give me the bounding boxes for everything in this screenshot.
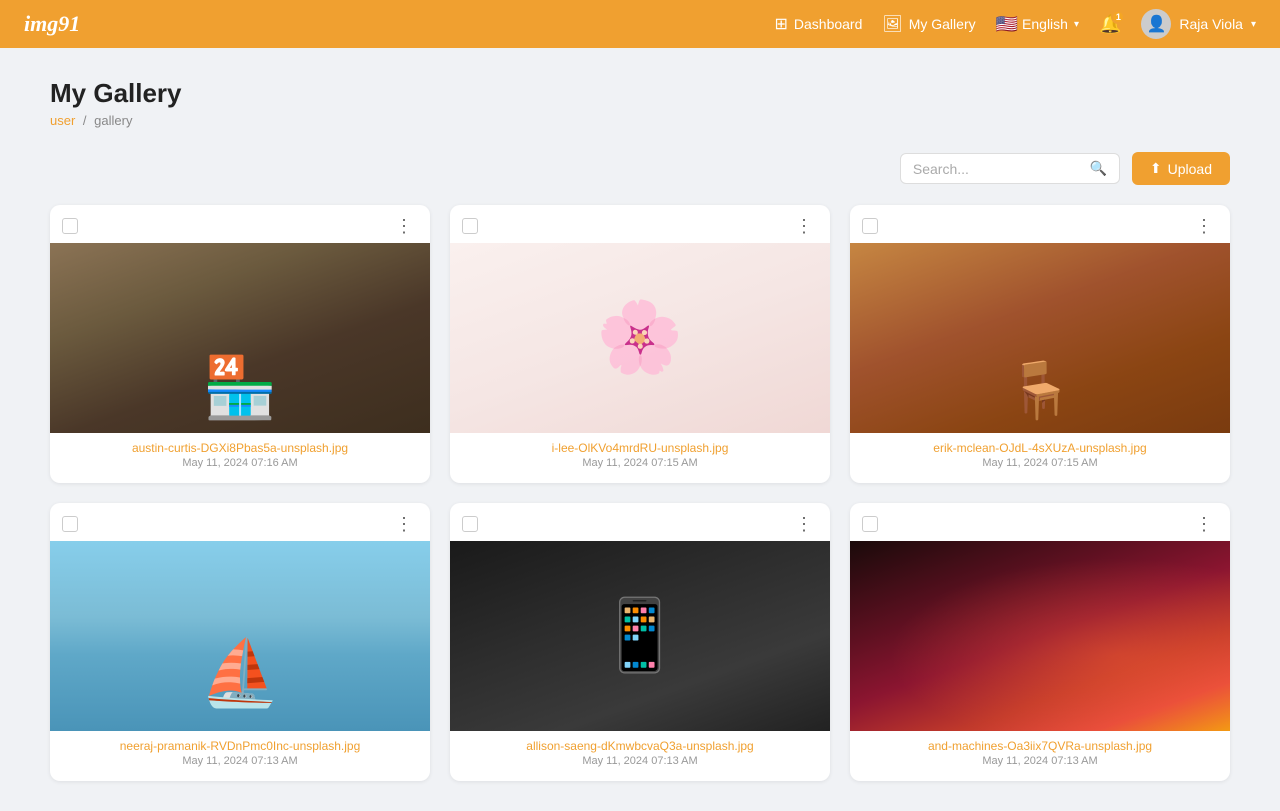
card-date-3: May 11, 2024 07:13 AM xyxy=(62,755,418,767)
card-info-0: austin-curtis-DGXi8Pbas5a-unsplash.jpg M… xyxy=(50,433,430,483)
gallery-label: My Gallery xyxy=(909,16,976,32)
card-info-5: and-machines-Oa3iix7QVRa-unsplash.jpg Ma… xyxy=(850,731,1230,781)
card-header: ⋮ xyxy=(450,503,830,541)
card-info-1: i-lee-OlKVo4mrdRU-unsplash.jpg May 11, 2… xyxy=(450,433,830,483)
card-menu-5[interactable]: ⋮ xyxy=(1191,513,1218,535)
toolbar: 🔍 ⬆ Upload xyxy=(50,152,1230,185)
card-checkbox-1[interactable] xyxy=(462,218,478,234)
notification-bell[interactable]: 🔔 1 xyxy=(1099,14,1121,35)
card-info-4: allison-saeng-dKmwbcvaQ3a-unsplash.jpg M… xyxy=(450,731,830,781)
search-input[interactable] xyxy=(913,161,1082,177)
card-filename-3[interactable]: neeraj-pramanik-RVDnPmc0Inc-unsplash.jpg xyxy=(62,739,418,753)
nav-gallery[interactable]: 🖼 My Gallery xyxy=(882,14,975,34)
gallery-card: ⋮ neeraj-pramanik-RVDnPmc0Inc-unsplash.j… xyxy=(50,503,430,781)
card-header: ⋮ xyxy=(50,205,430,243)
card-filename-0[interactable]: austin-curtis-DGXi8Pbas5a-unsplash.jpg xyxy=(62,441,418,455)
card-checkbox-4[interactable] xyxy=(462,516,478,532)
card-header: ⋮ xyxy=(450,205,830,243)
flag-icon: 🇺🇸 xyxy=(996,14,1018,35)
logo: img91 xyxy=(24,11,80,37)
card-checkbox-0[interactable] xyxy=(62,218,78,234)
language-selector[interactable]: 🇺🇸 English ▾ xyxy=(996,14,1079,35)
card-header: ⋮ xyxy=(850,503,1230,541)
breadcrumb-user[interactable]: user xyxy=(50,113,75,128)
card-filename-4[interactable]: allison-saeng-dKmwbcvaQ3a-unsplash.jpg xyxy=(462,739,818,753)
card-date-4: May 11, 2024 07:13 AM xyxy=(462,755,818,767)
user-chevron-icon: ▾ xyxy=(1251,19,1256,30)
upload-label: Upload xyxy=(1168,161,1212,177)
user-menu[interactable]: 👤 Raja Viola ▾ xyxy=(1141,9,1256,39)
gallery-card: ⋮ allison-saeng-dKmwbcvaQ3a-unsplash.jpg… xyxy=(450,503,830,781)
card-image-2[interactable] xyxy=(850,243,1230,433)
header-nav: ⊞ Dashboard 🖼 My Gallery 🇺🇸 English ▾ 🔔 … xyxy=(774,9,1256,39)
card-menu-4[interactable]: ⋮ xyxy=(791,513,818,535)
card-menu-1[interactable]: ⋮ xyxy=(791,215,818,237)
card-menu-2[interactable]: ⋮ xyxy=(1191,215,1218,237)
breadcrumb-separator: / xyxy=(83,113,87,128)
card-info-2: erik-mclean-OJdL-4sXUzA-unsplash.jpg May… xyxy=(850,433,1230,483)
search-icon: 🔍 xyxy=(1089,160,1106,177)
card-image-0[interactable] xyxy=(50,243,430,433)
card-date-0: May 11, 2024 07:16 AM xyxy=(62,457,418,469)
card-menu-3[interactable]: ⋮ xyxy=(391,513,418,535)
avatar: 👤 xyxy=(1141,9,1171,39)
upload-icon: ⬆ xyxy=(1150,160,1162,177)
breadcrumb: user / gallery xyxy=(50,113,1230,128)
card-checkbox-2[interactable] xyxy=(862,218,878,234)
card-image-5[interactable] xyxy=(850,541,1230,731)
card-image-1[interactable] xyxy=(450,243,830,433)
breadcrumb-current: gallery xyxy=(94,113,132,128)
user-name: Raja Viola xyxy=(1179,16,1243,32)
card-checkbox-3[interactable] xyxy=(62,516,78,532)
card-info-3: neeraj-pramanik-RVDnPmc0Inc-unsplash.jpg… xyxy=(50,731,430,781)
gallery-grid: ⋮ austin-curtis-DGXi8Pbas5a-unsplash.jpg… xyxy=(50,205,1230,781)
page-title: My Gallery xyxy=(50,78,1230,109)
card-filename-1[interactable]: i-lee-OlKVo4mrdRU-unsplash.jpg xyxy=(462,441,818,455)
nav-dashboard[interactable]: ⊞ Dashboard xyxy=(774,14,862,34)
card-menu-0[interactable]: ⋮ xyxy=(391,215,418,237)
upload-button[interactable]: ⬆ Upload xyxy=(1132,152,1230,185)
card-date-1: May 11, 2024 07:15 AM xyxy=(462,457,818,469)
notification-badge: 1 xyxy=(1111,10,1125,24)
card-filename-5[interactable]: and-machines-Oa3iix7QVRa-unsplash.jpg xyxy=(862,739,1218,753)
header: img91 ⊞ Dashboard 🖼 My Gallery 🇺🇸 Englis… xyxy=(0,0,1280,48)
card-header: ⋮ xyxy=(50,503,430,541)
chevron-down-icon: ▾ xyxy=(1074,19,1079,30)
card-header: ⋮ xyxy=(850,205,1230,243)
card-image-4[interactable] xyxy=(450,541,830,731)
dashboard-icon: ⊞ xyxy=(774,14,787,34)
gallery-card: ⋮ and-machines-Oa3iix7QVRa-unsplash.jpg … xyxy=(850,503,1230,781)
card-checkbox-5[interactable] xyxy=(862,516,878,532)
gallery-card: ⋮ austin-curtis-DGXi8Pbas5a-unsplash.jpg… xyxy=(50,205,430,483)
card-filename-2[interactable]: erik-mclean-OJdL-4sXUzA-unsplash.jpg xyxy=(862,441,1218,455)
search-box: 🔍 xyxy=(900,153,1120,184)
gallery-card: ⋮ i-lee-OlKVo4mrdRU-unsplash.jpg May 11,… xyxy=(450,205,830,483)
card-image-3[interactable] xyxy=(50,541,430,731)
gallery-icon: 🖼 xyxy=(882,14,902,34)
dashboard-label: Dashboard xyxy=(794,16,863,32)
card-date-5: May 11, 2024 07:13 AM xyxy=(862,755,1218,767)
card-date-2: May 11, 2024 07:15 AM xyxy=(862,457,1218,469)
main-content: My Gallery user / gallery 🔍 ⬆ Upload ⋮ a… xyxy=(0,48,1280,811)
gallery-card: ⋮ erik-mclean-OJdL-4sXUzA-unsplash.jpg M… xyxy=(850,205,1230,483)
language-label: English xyxy=(1022,16,1068,32)
